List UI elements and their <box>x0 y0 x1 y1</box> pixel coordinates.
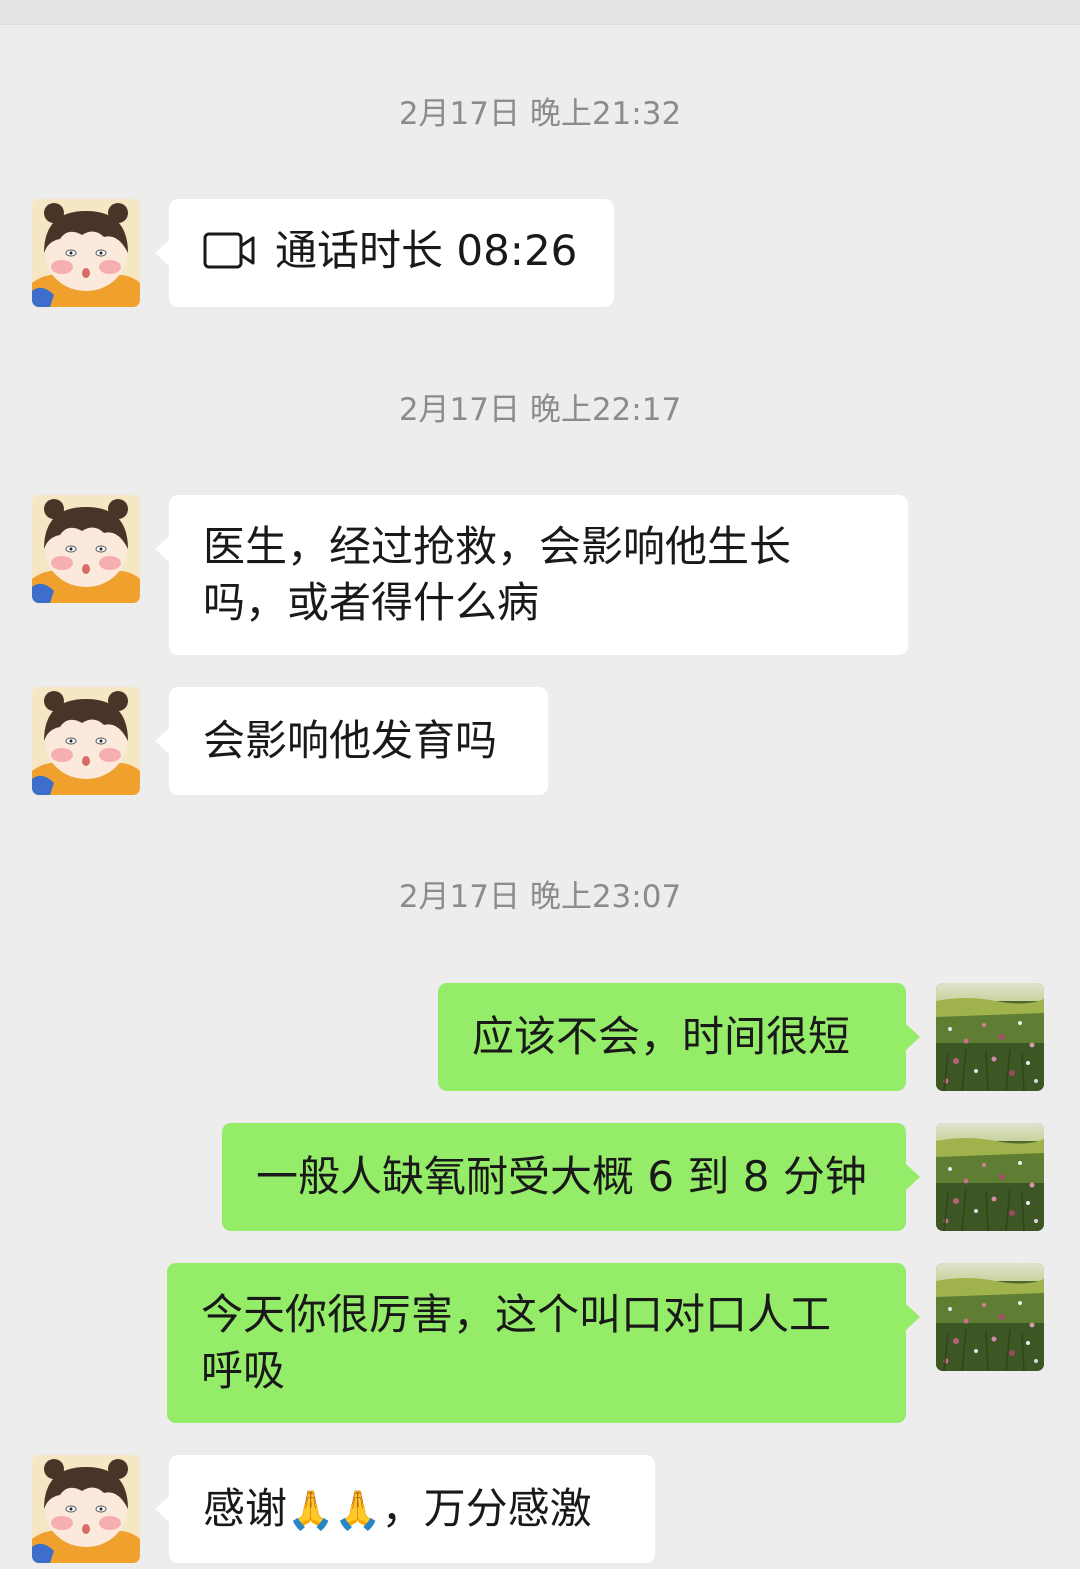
contact-avatar[interactable] <box>32 1455 140 1563</box>
self-avatar[interactable] <box>936 1263 1044 1371</box>
cartoon-girl-avatar-icon <box>32 199 140 307</box>
timestamp: 2月17日 晚上23:07 <box>398 879 682 915</box>
message-text: ，万分感激 <box>381 1484 592 1533</box>
outgoing-message-bubble[interactable]: 应该不会，时间很短 <box>438 983 920 1091</box>
self-avatar[interactable] <box>936 983 1044 1091</box>
message-bubble[interactable]: 医生，经过抢救，会影响他生长吗，或者得什么病 <box>155 495 908 655</box>
cartoon-girl-avatar-icon <box>32 687 140 795</box>
flower-meadow-avatar-icon <box>936 1123 1044 1231</box>
top-divider <box>0 0 1080 25</box>
message-text: 感谢 <box>203 1484 288 1533</box>
flower-meadow-avatar-icon <box>936 983 1044 1091</box>
contact-avatar[interactable] <box>32 687 140 795</box>
contact-avatar[interactable] <box>32 495 140 603</box>
outgoing-message-bubble[interactable]: 今天你很厉害，这个叫口对口人工呼吸 <box>167 1263 920 1423</box>
video-camera-icon <box>203 232 255 269</box>
flower-meadow-avatar-icon <box>936 1263 1044 1371</box>
self-avatar[interactable] <box>936 1123 1044 1231</box>
call-duration-text: 通话时长 08:26 <box>275 226 578 275</box>
cartoon-girl-avatar-icon <box>32 1455 140 1563</box>
timestamp: 2月17日 晚上22:17 <box>398 392 682 428</box>
praying-hands-icon: 🙏🙏 <box>287 1488 382 1532</box>
contact-avatar[interactable] <box>32 199 140 307</box>
timestamp: 2月17日 晚上21:32 <box>398 96 682 132</box>
message-bubble[interactable]: 会影响他发育吗 <box>155 687 548 795</box>
outgoing-message-bubble[interactable]: 一般人缺氧耐受大概 6 到 8 分钟 <box>222 1123 920 1231</box>
video-call-record-bubble[interactable]: 通话时长 08:26 <box>155 199 614 307</box>
cartoon-girl-avatar-icon <box>32 495 140 603</box>
message-bubble[interactable]: 感谢🙏🙏，万分感激 <box>155 1455 655 1563</box>
